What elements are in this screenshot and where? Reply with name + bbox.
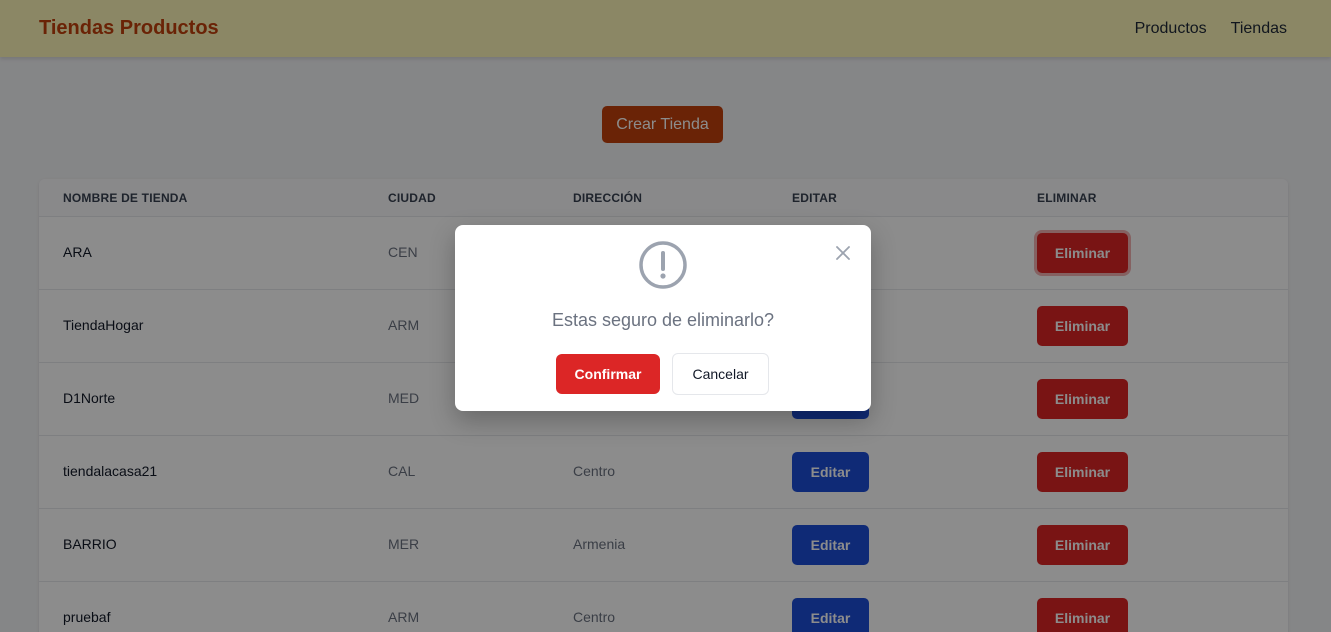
confirm-button[interactable]: Confirmar (556, 354, 660, 394)
confirm-delete-dialog: Estas seguro de eliminarlo? Confirmar Ca… (455, 225, 871, 411)
dialog-message: Estas seguro de eliminarlo? (551, 310, 775, 330)
exclamation-circle-icon (638, 240, 688, 290)
cancel-button[interactable]: Cancelar (672, 353, 769, 395)
close-icon[interactable] (833, 243, 853, 263)
